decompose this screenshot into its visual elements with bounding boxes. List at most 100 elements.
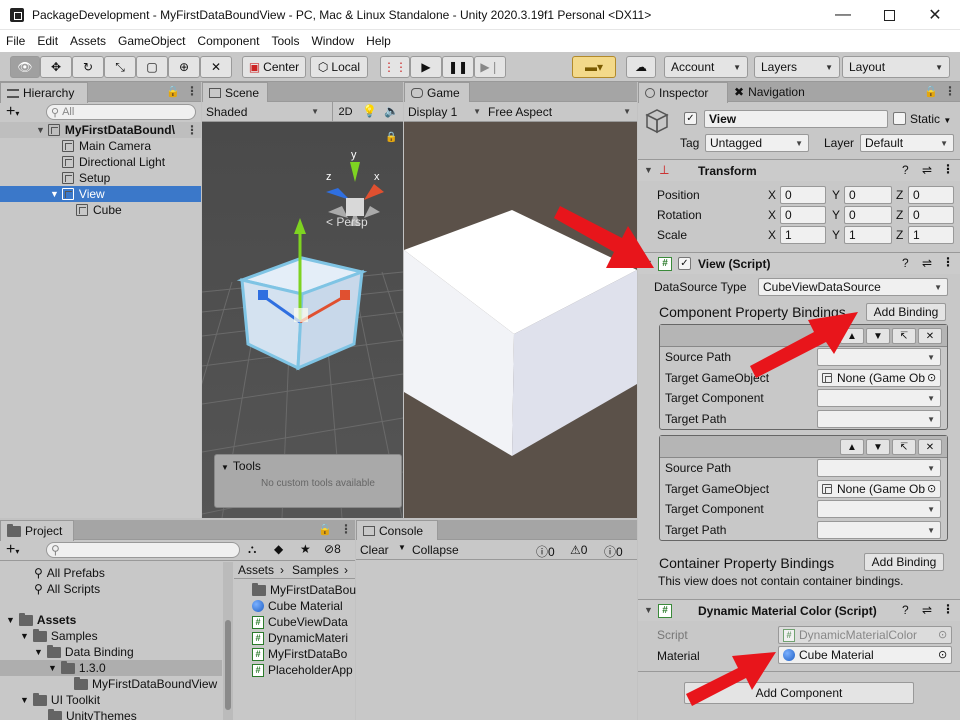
menu-edit[interactable]: Edit: [37, 34, 58, 48]
presets-icon[interactable]: ⇌: [922, 256, 932, 270]
scene-menu-icon[interactable]: ⋮: [186, 123, 198, 137]
target-gameobject-field[interactable]: None (Game Ob: [817, 369, 941, 387]
target-component-dropdown[interactable]: [817, 389, 941, 407]
grid-snap-icon[interactable]: ⋮⋮: [380, 56, 410, 78]
tab-scene[interactable]: Scene: [202, 82, 268, 103]
shading-dropdown[interactable]: Shaded: [206, 102, 324, 122]
log-count[interactable]: ⓘ0: [536, 543, 555, 560]
rotation-y-field[interactable]: 0: [844, 206, 892, 224]
dmc-header[interactable]: ▼ # Dynamic Material Color (Script) ? ⇌ …: [638, 599, 960, 621]
tree-item[interactable]: UnityThemes: [48, 708, 137, 720]
move-top-button[interactable]: ↸: [892, 439, 916, 455]
asset-item[interactable]: # DynamicMateri: [252, 631, 348, 645]
warning-count[interactable]: ⚠0: [570, 543, 587, 557]
add-icon[interactable]: +▾: [6, 103, 19, 121]
menu-component[interactable]: Component: [197, 34, 259, 48]
target-path-dropdown[interactable]: [817, 521, 941, 539]
target-component-dropdown[interactable]: [817, 500, 941, 518]
move-top-button[interactable]: ↸: [892, 328, 916, 344]
lock-icon[interactable]: 🔒: [166, 85, 180, 98]
active-checkbox[interactable]: ✓: [684, 112, 697, 125]
tree-item[interactable]: MyFirstDataBoundView: [74, 676, 217, 691]
menu-file[interactable]: File: [6, 34, 25, 48]
object-picker-icon[interactable]: ⊙: [938, 648, 947, 661]
menu-assets[interactable]: Assets: [70, 34, 106, 48]
material-field[interactable]: Cube Material: [778, 646, 952, 664]
breadcrumb-item[interactable]: Assets: [238, 563, 274, 577]
asset-item[interactable]: # PlaceholderApp: [252, 663, 353, 677]
target-gameobject-field[interactable]: None (Game Ob: [817, 480, 941, 498]
close-icon[interactable]: ✕: [924, 4, 946, 26]
tree-item[interactable]: ▼ UI Toolkit: [20, 692, 100, 707]
help-icon[interactable]: ?: [902, 163, 909, 177]
tree-item[interactable]: ▼ Assets: [6, 612, 76, 627]
move-down-button[interactable]: ▼: [866, 439, 890, 455]
scale-z-field[interactable]: 1: [908, 226, 954, 244]
target-path-dropdown[interactable]: [817, 410, 941, 428]
create-icon[interactable]: +▾: [6, 541, 19, 559]
tree-item-selected[interactable]: ▼ 1.3.0: [48, 660, 106, 675]
aspect-dropdown[interactable]: Free Aspect: [488, 102, 636, 122]
remove-binding-button[interactable]: ✕: [918, 328, 942, 344]
menu-tools[interactable]: Tools: [271, 34, 299, 48]
rotation-x-field[interactable]: 0: [780, 206, 826, 224]
tree-item[interactable]: ⚲ All Prefabs: [34, 566, 105, 580]
tree-scrollbar-thumb[interactable]: [225, 620, 231, 710]
expand-arrow-icon[interactable]: ▼: [20, 695, 29, 705]
scene-lock-icon[interactable]: 🔒: [385, 132, 397, 143]
static-checkbox[interactable]: [893, 112, 906, 125]
clear-button[interactable]: Clear: [360, 543, 389, 557]
expand-arrow-icon[interactable]: ▼: [48, 663, 57, 673]
move-up-button[interactable]: ▲: [840, 439, 864, 455]
menu-gameobject[interactable]: GameObject: [118, 34, 185, 48]
remove-binding-button[interactable]: ✕: [918, 439, 942, 455]
object-picker-icon[interactable]: ⊙: [927, 371, 936, 384]
transform-tool-icon[interactable]: ⊕: [168, 56, 200, 78]
rotate-tool-icon[interactable]: ↻: [72, 56, 104, 78]
add-binding-button[interactable]: Add Binding: [866, 303, 946, 321]
list-item[interactable]: Directional Light: [62, 155, 165, 169]
collapse-button[interactable]: Collapse: [412, 543, 459, 557]
rotation-z-field[interactable]: 0: [908, 206, 954, 224]
tab-console[interactable]: Console: [356, 520, 438, 541]
menu-kebab-icon[interactable]: ⋮: [186, 84, 198, 98]
expand-arrow-icon[interactable]: ▼: [34, 647, 43, 657]
inspector-lock-icon[interactable]: 🔒: [924, 85, 938, 98]
presets-icon[interactable]: ⇌: [922, 603, 932, 617]
object-picker-icon[interactable]: ⊙: [927, 482, 936, 495]
scale-x-field[interactable]: 1: [780, 226, 826, 244]
asset-item[interactable]: # CubeViewData: [252, 615, 348, 629]
tree-item[interactable]: ▼ Data Binding: [34, 644, 134, 659]
component-menu-icon[interactable]: ⋮: [942, 162, 954, 176]
2d-toggle[interactable]: 2D: [332, 102, 358, 122]
layout-dropdown[interactable]: Layout: [842, 56, 950, 78]
pause-button[interactable]: ❚❚: [442, 56, 474, 78]
asset-item[interactable]: # MyFirstDataBo: [252, 647, 347, 661]
clear-options-icon[interactable]: ▼: [398, 543, 406, 552]
datasource-dropdown[interactable]: CubeViewDataSource: [758, 278, 948, 296]
source-path-dropdown[interactable]: [817, 348, 941, 366]
add-component-button[interactable]: Add Component: [684, 682, 914, 704]
list-item[interactable]: Cube: [76, 203, 122, 217]
collab-button[interactable]: ▬▾: [572, 56, 616, 78]
hierarchy-search-input[interactable]: ⚲ All: [46, 104, 196, 120]
audio-icon[interactable]: 🔈: [384, 104, 399, 118]
enabled-checkbox[interactable]: ✓: [678, 257, 691, 270]
layer-dropdown[interactable]: Default: [860, 134, 954, 152]
project-menu-icon[interactable]: ⋮: [340, 522, 352, 536]
help-icon[interactable]: ?: [902, 603, 909, 617]
account-dropdown[interactable]: Account: [664, 56, 748, 78]
persp-label[interactable]: < Persp: [326, 215, 368, 229]
custom-tool-icon[interactable]: ✕: [200, 56, 232, 78]
expand-arrow-icon[interactable]: ▼: [6, 615, 15, 625]
rect-tool-icon[interactable]: ▢: [136, 56, 168, 78]
position-z-field[interactable]: 0: [908, 186, 954, 204]
tag-dropdown[interactable]: Untagged: [705, 134, 809, 152]
menu-window[interactable]: Window: [311, 34, 354, 48]
filter-label-icon[interactable]: ◆: [274, 542, 283, 556]
collapse-arrow-icon[interactable]: ▼: [644, 165, 653, 175]
help-icon[interactable]: ?: [902, 256, 909, 270]
hidden-packages-icon[interactable]: ⊘8: [324, 542, 341, 556]
transform-header[interactable]: ▼ ⟂ Transform ? ⇌ ⋮: [638, 159, 960, 181]
favorites-icon[interactable]: ★: [300, 542, 311, 556]
